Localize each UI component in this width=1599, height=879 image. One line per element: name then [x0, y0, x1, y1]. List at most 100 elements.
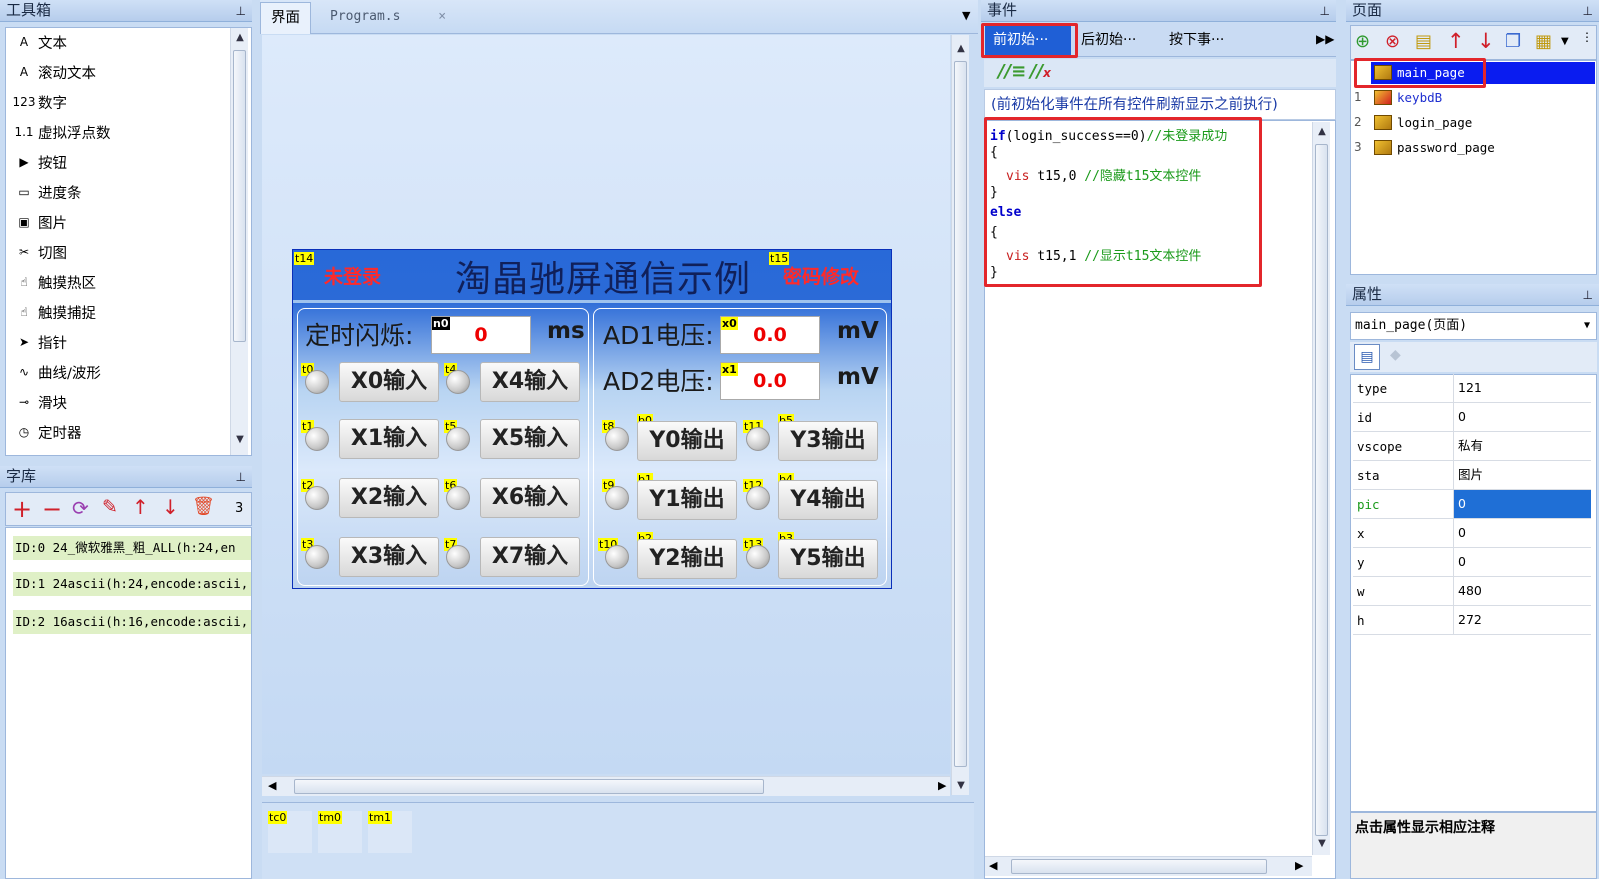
scroll-right-arrow-icon[interactable]: ▶: [938, 779, 946, 792]
property-value[interactable]: 121: [1453, 374, 1591, 402]
move-down-icon[interactable]: ↓: [162, 495, 179, 519]
input-led[interactable]: [446, 427, 470, 451]
toolbox-item[interactable]: ▭ 进度条: [14, 178, 81, 206]
x1-input-button[interactable]: X1输入: [339, 419, 439, 459]
code-vscroll-thumb[interactable]: [1315, 144, 1328, 836]
output-led[interactable]: [605, 486, 629, 510]
output-led[interactable]: [605, 427, 629, 451]
code-hscroll-thumb[interactable]: [1011, 859, 1267, 874]
property-row-id[interactable]: id 0: [1353, 403, 1591, 432]
scroll-down-arrow-icon[interactable]: ▼: [1313, 838, 1331, 849]
x2-input-button[interactable]: X2输入: [339, 478, 439, 518]
scroll-right-arrow-icon[interactable]: ▶: [1295, 859, 1303, 872]
copy-page-icon[interactable]: ❐: [1505, 31, 1521, 52]
move-up-icon[interactable]: ↑: [132, 495, 149, 519]
uncomment-icon[interactable]: //x: [1030, 61, 1051, 82]
input-led[interactable]: [305, 427, 329, 451]
font-row[interactable]: ID:0 24_微软雅黑_粗_ALL(h:24,en: [13, 536, 251, 560]
toolbox-item[interactable]: A 文本: [14, 28, 67, 56]
font-row[interactable]: ID:2 16ascii(h:16,encode:ascii,: [13, 610, 251, 634]
x0-input-button[interactable]: X0输入: [339, 362, 439, 402]
toolbox-item[interactable]: ∿ 曲线/波形: [14, 358, 101, 386]
property-value[interactable]: 私有: [1453, 432, 1591, 460]
property-row-y[interactable]: y0: [1353, 548, 1591, 577]
pin-icon[interactable]: ⊥: [236, 1, 246, 22]
tab-program[interactable]: Program.s ×: [320, 2, 456, 34]
toolbox-item[interactable]: ✂ 切图: [14, 238, 67, 266]
canvas-vscroll-thumb[interactable]: [954, 61, 967, 767]
timer-component[interactable]: tm0: [318, 811, 362, 853]
page-item-login-page[interactable]: 2 login_page: [1351, 112, 1595, 134]
input-led[interactable]: [305, 370, 329, 394]
toolbox-scrollbar[interactable]: ▲ ▼: [230, 28, 248, 455]
pin-icon[interactable]: ⊥: [1583, 1, 1593, 22]
toolbox-scroll-thumb[interactable]: [233, 50, 246, 342]
scroll-down-arrow-icon[interactable]: ▼: [952, 780, 970, 791]
toolbox-item[interactable]: ☝ 触摸捕捉: [14, 298, 96, 326]
toolbox-item[interactable]: ☝ 触摸热区: [14, 268, 96, 296]
delete-page-icon[interactable]: ⊗: [1385, 31, 1400, 52]
x4-input-button[interactable]: X4输入: [480, 362, 580, 402]
canvas-hscroll-thumb[interactable]: [294, 779, 764, 794]
page-resource-icon[interactable]: ▦: [1535, 31, 1552, 52]
y5-output-button[interactable]: Y5输出: [778, 539, 878, 579]
edit-icon[interactable]: ✎: [102, 496, 118, 518]
object-selector[interactable]: main_page(页面) ▼: [1350, 312, 1597, 340]
timer-component[interactable]: tc0: [268, 811, 312, 853]
output-led[interactable]: [746, 486, 770, 510]
y0-output-button[interactable]: Y0输出: [637, 421, 737, 461]
login-status-text[interactable]: 未登录: [324, 262, 381, 289]
property-value[interactable]: 0: [1453, 548, 1591, 576]
toolbox-item[interactable]: 1.1 虚拟浮点数: [14, 118, 110, 146]
blink-number-input[interactable]: n0 0: [431, 316, 531, 354]
tab-post-init[interactable]: 后初始···: [1081, 26, 1136, 55]
property-row-type[interactable]: type 121: [1353, 374, 1591, 403]
output-led[interactable]: [746, 545, 770, 569]
pin-icon[interactable]: ⊥: [1320, 1, 1330, 22]
property-value[interactable]: 0: [1453, 519, 1591, 547]
property-value[interactable]: 480: [1453, 577, 1591, 605]
x7-input-button[interactable]: X7输入: [480, 537, 580, 577]
ad1-value-box[interactable]: x0 0.0: [720, 316, 820, 354]
property-value[interactable]: 0: [1453, 403, 1591, 431]
toolbar-overflow-icon[interactable]: ⋮: [1581, 30, 1593, 44]
tab-press-event[interactable]: 按下事···: [1169, 26, 1224, 55]
categorized-view-icon[interactable]: ▤: [1354, 344, 1380, 370]
code-hscrollbar[interactable]: ◀ ▶: [985, 856, 1312, 876]
y1-output-button[interactable]: Y1输出: [637, 480, 737, 520]
page-item-keybdb[interactable]: 1 keybdB: [1351, 87, 1595, 109]
y4-output-button[interactable]: Y4输出: [778, 480, 878, 520]
canvas-vscrollbar[interactable]: ▲ ▼: [951, 35, 969, 795]
scroll-up-arrow-icon[interactable]: ▲: [1313, 126, 1331, 137]
remove-icon[interactable]: −: [42, 495, 62, 523]
refresh-icon[interactable]: ⟳: [72, 496, 89, 520]
toolbox-item[interactable]: A 滚动文本: [14, 58, 96, 86]
input-led[interactable]: [446, 370, 470, 394]
toolbox-item[interactable]: 123 数字: [13, 88, 67, 116]
page-item-password-page[interactable]: 3 password_page: [1351, 137, 1595, 159]
input-led[interactable]: [305, 486, 329, 510]
tab-scroll-right-icon[interactable]: ▶▶: [1316, 32, 1334, 46]
x3-input-button[interactable]: X3输入: [339, 537, 439, 577]
scroll-up-arrow-icon[interactable]: ▲: [231, 32, 249, 43]
font-row[interactable]: ID:1 24ascii(h:24,encode:ascii,: [13, 572, 251, 596]
scroll-left-arrow-icon[interactable]: ◀: [268, 779, 276, 792]
property-row-sta[interactable]: sta 图片: [1353, 461, 1591, 490]
output-led[interactable]: [605, 545, 629, 569]
toolbox-item[interactable]: ▶ 按钮: [14, 148, 67, 176]
code-vscrollbar[interactable]: ▲ ▼: [1312, 122, 1330, 855]
toolbox-item[interactable]: ▣ 图片: [14, 208, 67, 236]
property-row-vscope[interactable]: vscope 私有: [1353, 432, 1591, 461]
scroll-up-arrow-icon[interactable]: ▲: [952, 43, 970, 54]
output-led[interactable]: [746, 427, 770, 451]
input-led[interactable]: [446, 545, 470, 569]
tab-interface[interactable]: 界面: [260, 2, 311, 34]
delete-icon[interactable]: 🗑: [192, 496, 215, 517]
x6-input-button[interactable]: X6输入: [480, 478, 580, 518]
close-icon[interactable]: ×: [438, 9, 446, 24]
scroll-left-arrow-icon[interactable]: ◀: [989, 859, 997, 872]
input-led[interactable]: [446, 486, 470, 510]
canvas-hscrollbar[interactable]: ◀ ▶: [262, 776, 950, 796]
toolbox-item[interactable]: ◷ 定时器: [14, 418, 82, 446]
scroll-down-arrow-icon[interactable]: ▼: [231, 434, 249, 445]
